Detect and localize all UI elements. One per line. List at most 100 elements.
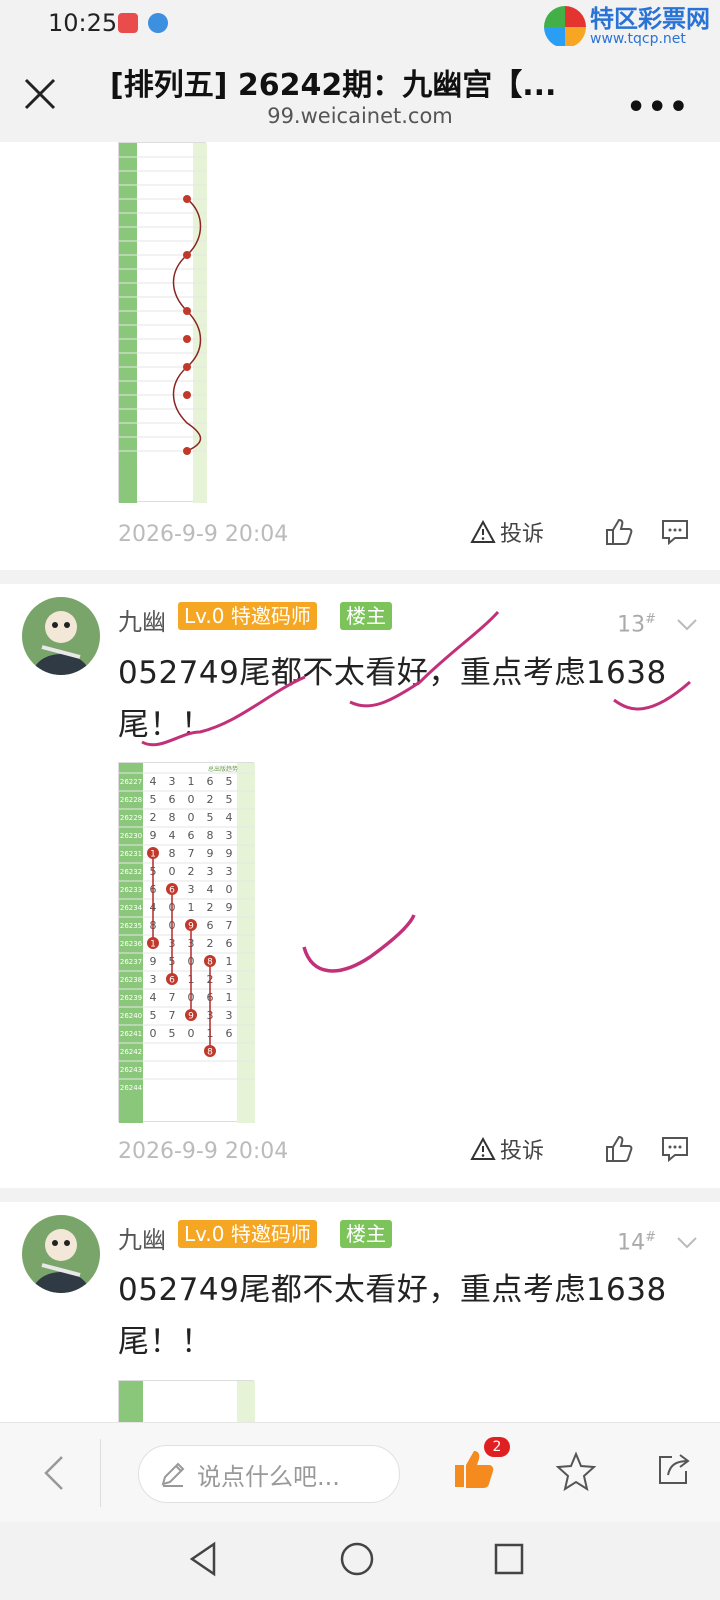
digit-cell: 6	[226, 937, 233, 950]
handwritten-checkmark	[302, 914, 416, 973]
more-menu-button[interactable]: •••	[626, 90, 690, 125]
digit-cell: 2	[207, 901, 214, 914]
handwritten-checkmarks	[141, 610, 691, 747]
nav-back-icon[interactable]	[186, 1540, 220, 1578]
digit-cell: 5	[207, 811, 214, 824]
nav-recents-icon[interactable]	[492, 1540, 526, 1578]
digit-cell: 5	[226, 793, 233, 806]
highlight-digit: 9	[188, 1012, 194, 1022]
warning-icon	[470, 520, 496, 543]
period-label: 26242	[120, 1048, 142, 1056]
report-button[interactable]: 投诉	[470, 1133, 544, 1165]
digit-cell: 1	[188, 775, 195, 788]
digit-cell: 7	[169, 991, 176, 1004]
digit-cell: 2	[188, 865, 195, 878]
avatar[interactable]	[22, 1215, 100, 1293]
status-bar: 10:25 特区彩票网 www.tqcp.net	[0, 0, 720, 48]
digit-cell: 9	[207, 847, 214, 860]
digit-cell: 5	[150, 793, 157, 806]
level-badge: Lv.0 特邀码师	[178, 1220, 317, 1248]
digit-cell: 3	[226, 973, 233, 986]
site-watermark: 特区彩票网 www.tqcp.net	[544, 6, 710, 48]
digit-cell: 2	[207, 937, 214, 950]
separator	[100, 1439, 101, 1507]
tail-column	[237, 763, 255, 1123]
post-actions: 投诉	[470, 516, 690, 548]
period-label: 26243	[120, 1066, 142, 1074]
digit-cell: 4	[207, 883, 214, 896]
digit-cell: 9	[226, 901, 233, 914]
period-label: 26241	[120, 1030, 142, 1038]
report-label: 投诉	[499, 522, 544, 547]
highlight-digit: 6	[169, 886, 175, 896]
digit-cell: 0	[188, 811, 195, 824]
period-label: 26239	[120, 994, 142, 1002]
digit-cell: 1	[188, 901, 195, 914]
trend-chart-image[interactable]	[118, 142, 207, 503]
digit-cell: 4	[226, 811, 233, 824]
highlight-digit: 1	[150, 940, 156, 950]
watermark-title: 特区彩票网	[590, 5, 710, 33]
warning-icon	[470, 1137, 496, 1160]
browser-notification-icon	[148, 13, 168, 33]
status-time: 10:25	[48, 9, 118, 37]
trend-chart-image[interactable]: 总出版趋势 26227 4 3 1 6 5 26228 5 6 0 2 5 26229 2 8 0 5 4 26230…	[118, 762, 255, 1123]
share-icon[interactable]	[654, 1451, 692, 1489]
post-text: 052749尾都不太看好，重点考虑1638尾！！	[118, 1272, 667, 1360]
digit-cell: 6	[226, 1027, 233, 1040]
comment-icon[interactable]	[660, 517, 690, 547]
thumbs-up-icon[interactable]	[604, 517, 634, 547]
period-label: 26238	[120, 976, 142, 984]
digit-cell: 3	[226, 829, 233, 842]
digit-cell: 8	[169, 811, 176, 824]
digit-cell: 7	[188, 847, 195, 860]
digit-cell: 9	[226, 847, 233, 860]
digit-cell: 0	[188, 1027, 195, 1040]
app-notification-icon	[118, 13, 138, 33]
chevron-down-icon[interactable]	[676, 1236, 698, 1250]
highlight-digit: 8	[207, 1048, 213, 1058]
highlight-digit: 9	[188, 922, 194, 932]
period-label: 26244	[120, 1084, 143, 1092]
avatar-image	[22, 1215, 100, 1293]
comment-input[interactable]: 说点什么吧...	[138, 1445, 400, 1503]
digit-cell: 7	[226, 919, 233, 932]
post-divider	[0, 1188, 720, 1202]
watermark-url: www.tqcp.net	[590, 31, 686, 47]
report-button[interactable]: 投诉	[470, 516, 544, 548]
author-name[interactable]: 九幽	[118, 1220, 166, 1255]
like-count-badge: 2	[484, 1437, 510, 1457]
digit-cell: 3	[226, 1009, 233, 1022]
digit-cell: 1	[226, 955, 233, 968]
floor-number: 14#	[617, 1230, 656, 1256]
digit-cell: 3	[188, 883, 195, 896]
nav-home-icon[interactable]	[338, 1540, 376, 1578]
page-title: [排列五] 26242期：九幽宫【...	[110, 68, 557, 103]
bottom-action-bar: 说点什么吧... 2	[0, 1422, 720, 1522]
back-arrow-icon[interactable]	[38, 1453, 68, 1493]
thumbs-up-icon[interactable]	[604, 1134, 634, 1164]
digit-cell: 8	[207, 829, 214, 842]
digit-cell: 3	[207, 865, 214, 878]
trend-chart-image[interactable]	[118, 1380, 255, 1422]
comment-icon[interactable]	[660, 1134, 690, 1164]
digit-cell: 6	[207, 775, 214, 788]
digit-cell: 7	[169, 1009, 176, 1022]
pencil-icon	[161, 1462, 185, 1487]
period-label: 26233	[120, 886, 142, 894]
highlight-digit: 6	[169, 976, 175, 986]
digit-cell: 2	[150, 811, 157, 824]
system-nav-bar	[0, 1522, 720, 1600]
star-icon[interactable]	[556, 1451, 596, 1491]
digit-cell: 0	[150, 1027, 157, 1040]
period-label: 26231	[120, 850, 142, 858]
digit-cell: 9	[150, 829, 157, 842]
page-header: [排列五] 26242期：九幽宫【... 99.weicainet.com ••…	[0, 46, 720, 142]
digit-cell: 6	[207, 919, 214, 932]
digit-cell: 2	[207, 793, 214, 806]
digit-cell: 0	[169, 865, 176, 878]
post-actions: 投诉	[470, 1133, 690, 1165]
digit-cell: 5	[226, 775, 233, 788]
digit-cell: 4	[150, 991, 157, 1004]
digit-cell: 3	[150, 973, 157, 986]
